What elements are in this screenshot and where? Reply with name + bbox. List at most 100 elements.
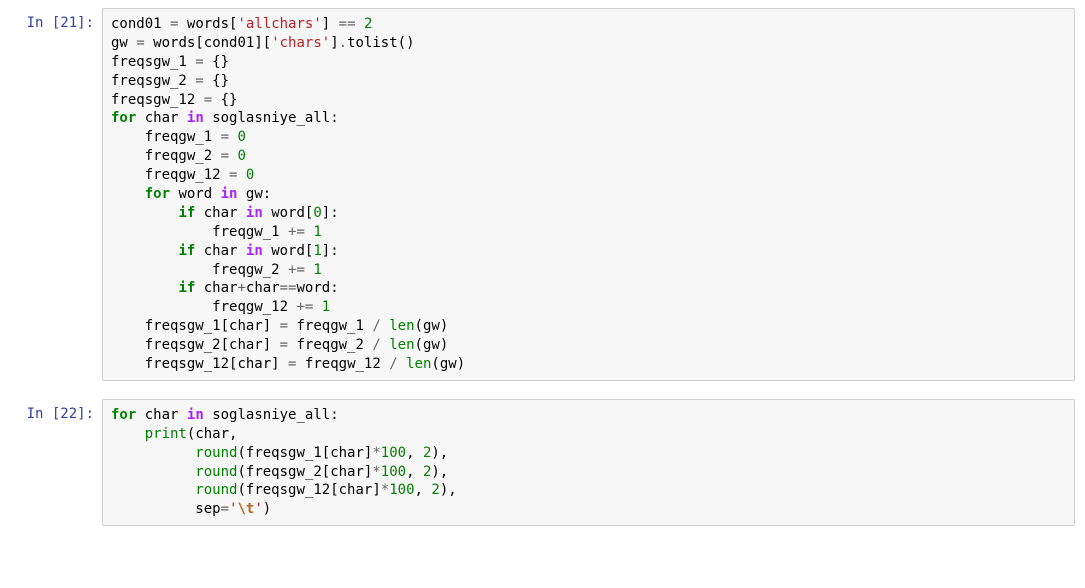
code-token: cond01	[111, 16, 162, 32]
code-content[interactable]: cond01 = words['allchars'] == 2 gw = wor…	[111, 15, 1066, 374]
code-token: ][	[254, 35, 271, 51]
code-token: =	[195, 54, 203, 70]
code-token: freqsgw_2	[246, 464, 322, 480]
code-token: ,	[406, 445, 423, 461]
code-token: freqgw_2	[296, 337, 363, 353]
code-token: gw	[423, 318, 440, 334]
code-token	[356, 16, 364, 32]
code-token	[330, 16, 338, 32]
code-token	[111, 299, 212, 315]
code-token: gw	[111, 35, 128, 51]
code-token: char	[195, 426, 229, 442]
code-token: *	[381, 482, 389, 498]
code-token: 'chars'	[271, 35, 330, 51]
code-token: char	[229, 337, 263, 353]
code-token: len	[389, 337, 414, 353]
code-token: freqsgw_2	[111, 73, 187, 89]
code-token: 0	[246, 167, 254, 183]
code-token: round	[195, 464, 237, 480]
code-token: .	[339, 35, 347, 51]
code-token: for	[111, 407, 136, 423]
code-token: 100	[381, 445, 406, 461]
code-token: freqgw_12	[305, 356, 381, 372]
code-token: *	[372, 445, 380, 461]
notebook-area: In [21]:cond01 = words['allchars'] == 2 …	[10, 8, 1075, 526]
code-token	[313, 299, 321, 315]
code-token	[263, 243, 271, 259]
code-token: 2	[364, 16, 372, 32]
code-input-area[interactable]: for char in soglasniye_all: print(char, …	[102, 399, 1075, 526]
code-token: 0	[237, 129, 245, 145]
code-token: (	[237, 482, 245, 498]
code-token	[111, 445, 195, 461]
code-token: freqgw_2	[145, 148, 212, 164]
code-token	[111, 243, 178, 259]
code-token	[280, 262, 288, 278]
code-token: 1	[313, 243, 321, 259]
code-token: 1	[313, 262, 321, 278]
code-token: (	[431, 356, 439, 372]
code-token: 0	[313, 205, 321, 221]
code-token: 100	[389, 482, 414, 498]
code-token: ==	[280, 280, 297, 296]
code-token: +	[237, 280, 245, 296]
code-token: (	[415, 337, 423, 353]
code-token: freqgw_1	[145, 129, 212, 145]
code-cell[interactable]: In [22]:for char in soglasniye_all: prin…	[10, 399, 1075, 526]
code-token	[398, 356, 406, 372]
code-token: ,	[229, 426, 237, 442]
code-token: =	[204, 92, 212, 108]
code-cell[interactable]: In [21]:cond01 = words['allchars'] == 2 …	[10, 8, 1075, 381]
code-token: tolist	[347, 35, 398, 51]
code-token	[212, 92, 220, 108]
code-token: 100	[381, 464, 406, 480]
code-token	[381, 337, 389, 353]
code-token: word	[271, 243, 305, 259]
code-token	[237, 243, 245, 259]
code-token: ]	[372, 482, 380, 498]
code-token: =	[136, 35, 144, 51]
code-token: ,	[406, 464, 423, 480]
code-token	[162, 16, 170, 32]
code-token: freqsgw_1	[145, 318, 221, 334]
code-token: char	[229, 318, 263, 334]
code-token: [	[330, 482, 338, 498]
code-token: freqgw_1	[212, 224, 279, 240]
code-token: 1	[313, 224, 321, 240]
code-token	[111, 426, 145, 442]
code-token: =	[221, 129, 229, 145]
code-token: for	[111, 110, 136, 126]
code-token: char	[246, 280, 280, 296]
code-token: round	[195, 445, 237, 461]
code-token: {}	[212, 73, 229, 89]
code-token: ==	[339, 16, 356, 32]
code-token: char	[237, 356, 271, 372]
code-token	[136, 110, 144, 126]
code-token: :	[330, 280, 338, 296]
code-token: words	[153, 35, 195, 51]
code-token: 0	[237, 148, 245, 164]
code-token: (	[415, 318, 423, 334]
code-token: )	[440, 318, 448, 334]
code-token: in	[221, 186, 238, 202]
code-token: =	[221, 148, 229, 164]
code-token: if	[178, 280, 195, 296]
code-token: in	[246, 243, 263, 259]
code-token	[195, 92, 203, 108]
input-prompt: In [21]:	[10, 8, 102, 381]
code-token	[237, 186, 245, 202]
code-token: {}	[212, 54, 229, 70]
code-token	[145, 35, 153, 51]
code-token	[195, 243, 203, 259]
code-token	[111, 224, 212, 240]
code-input-area[interactable]: cond01 = words['allchars'] == 2 gw = wor…	[102, 8, 1075, 381]
code-token: 2	[431, 482, 439, 498]
code-token: gw	[423, 337, 440, 353]
code-token: ]	[330, 35, 338, 51]
code-token: char	[204, 243, 238, 259]
code-token: char	[330, 445, 364, 461]
code-token	[204, 54, 212, 70]
code-token: in	[187, 407, 204, 423]
code-token	[136, 407, 144, 423]
code-content[interactable]: for char in soglasniye_all: print(char, …	[111, 406, 1066, 519]
